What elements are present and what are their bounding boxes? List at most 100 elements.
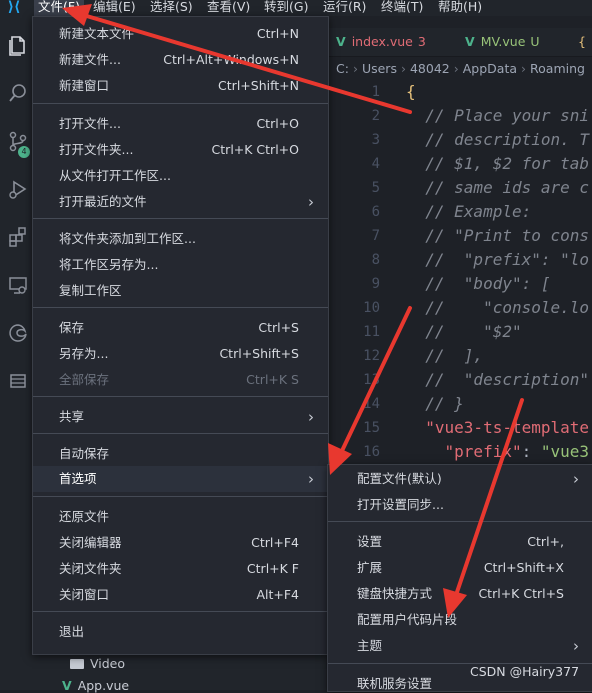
breadcrumb-item[interactable]: C:	[336, 61, 349, 76]
menu-item[interactable]: 关闭编辑器 Ctrl+F4	[33, 530, 328, 556]
menu-item[interactable]: 另存为... Ctrl+Shift+S	[33, 341, 328, 367]
menu-item-label: 全部保存	[59, 372, 110, 387]
menu-item-label: 将工作区另存为...	[59, 257, 159, 272]
chevron-right-icon: ›	[573, 637, 579, 655]
menu-separator	[33, 611, 328, 612]
menu-item-label: 共享	[59, 409, 85, 424]
chevron-right-icon: ›	[308, 470, 314, 488]
line-number: 14	[363, 396, 380, 412]
menu-selection[interactable]: 选择(S)	[146, 0, 197, 16]
line-number: 9	[371, 276, 380, 292]
menu-item[interactable]: 关闭窗口 Alt+F4	[33, 582, 328, 608]
menu-item[interactable]: 键盘快捷方式 Ctrl+K Ctrl+S	[328, 581, 592, 607]
breadcrumb-item[interactable]: 48042	[410, 61, 450, 76]
menu-item-label: 从文件打开工作区...	[59, 168, 171, 183]
code-line: // "body": [	[406, 274, 551, 293]
tree-item-label: Video	[90, 656, 126, 671]
menu-item[interactable]: 自动保存	[33, 441, 328, 467]
menu-help[interactable]: 帮助(H)	[434, 0, 486, 16]
menu-item[interactable]: 新建文件... Ctrl+Alt+Windows+N	[33, 47, 328, 73]
menu-item-label: 还原文件	[59, 509, 110, 524]
breadcrumb-item[interactable]: Users	[362, 61, 397, 76]
menu-item-shortcut: Ctrl+Shift+S	[219, 346, 299, 361]
menu-item[interactable]: 新建窗口 Ctrl+Shift+N	[33, 73, 328, 99]
menu-item[interactable]: 从文件打开工作区...	[33, 163, 328, 189]
menu-go[interactable]: 转到(G)	[260, 0, 312, 16]
vue-file-icon: V	[336, 34, 346, 49]
menu-item-label: 关闭编辑器	[59, 535, 122, 550]
menu-item[interactable]: 将工作区另存为...	[33, 252, 328, 278]
line-number: 3	[371, 132, 380, 148]
files-icon[interactable]	[6, 34, 30, 58]
vue-file-icon: V	[62, 678, 72, 693]
menu-edit[interactable]: 编辑(E)	[89, 0, 140, 16]
menu-item[interactable]: 退出	[33, 619, 328, 645]
run-debug-icon[interactable]	[6, 178, 30, 202]
menu-item-label: 退出	[59, 624, 85, 639]
list-icon[interactable]	[6, 370, 30, 394]
menu-item[interactable]: 打开文件... Ctrl+O	[33, 111, 328, 137]
remote-explorer-icon[interactable]	[6, 274, 30, 298]
menu-item-shortcut: Ctrl+S	[258, 320, 299, 335]
line-number: 12	[363, 348, 380, 364]
menu-item-shortcut: Ctrl+Shift+X	[483, 560, 564, 575]
menu-separator	[33, 103, 328, 104]
menu-item[interactable]: 配置文件(默认) ›	[328, 466, 592, 492]
tab-index-vue[interactable]: Vindex.vue 3	[336, 28, 426, 56]
menu-separator	[33, 307, 328, 308]
menu-item[interactable]: 配置用户代码片段	[328, 607, 592, 633]
code-editor[interactable]: 1 {2 // Place your sni 3 // description. T…	[326, 80, 592, 500]
menu-item[interactable]: 共享 ›	[33, 404, 328, 430]
breadcrumb-item[interactable]: Roaming	[530, 61, 585, 76]
menu-item-label: 配置用户代码片段	[357, 612, 458, 627]
menu-separator	[33, 218, 328, 219]
menu-run[interactable]: 运行(R)	[319, 0, 370, 16]
code-line: // "description"	[406, 370, 590, 389]
menu-item[interactable]: 扩展 Ctrl+Shift+X	[328, 555, 592, 581]
menu-item-label: 新建文件...	[59, 52, 121, 67]
menu-item[interactable]: 保存 Ctrl+S	[33, 315, 328, 341]
tree-item-video[interactable]: Video	[70, 656, 125, 671]
tab-mv-vue[interactable]: V MV.vue U	[465, 28, 540, 56]
menu-item-label: 联机服务设置	[357, 676, 433, 691]
menu-item-label: 将文件夹添加到工作区...	[59, 231, 196, 246]
menu-item[interactable]: 打开设置同步...	[328, 492, 592, 518]
menu-separator	[33, 433, 328, 434]
menu-item[interactable]: 打开文件夹... Ctrl+K Ctrl+O	[33, 137, 328, 163]
search-icon[interactable]	[6, 82, 30, 106]
line-number: 7	[371, 228, 380, 244]
tab-snippets-json[interactable]: {	[578, 28, 586, 56]
menu-item-label: 打开最近的文件	[59, 194, 147, 209]
menu-terminal[interactable]: 终端(T)	[377, 0, 427, 16]
menu-item[interactable]: 还原文件	[33, 504, 328, 530]
chevron-right-icon: ›	[308, 408, 314, 426]
menu-item-label: 配置文件(默认)	[357, 471, 442, 486]
menu-item[interactable]: 主题 ›	[328, 633, 592, 659]
menu-file[interactable]: 文件(F)	[34, 0, 84, 16]
menu-item-label: 新建窗口	[59, 78, 110, 93]
menu-item[interactable]: 新建文本文件 Ctrl+N	[33, 21, 328, 47]
menu-item-shortcut: Ctrl+N	[256, 26, 299, 41]
tree-item-app-vue[interactable]: V App.vue	[62, 678, 129, 693]
menu-item-label: 打开设置同步...	[357, 497, 444, 512]
menu-item[interactable]: 打开最近的文件 ›	[33, 189, 328, 215]
breadcrumb: C: › Users › 48042 › AppData › Roaming	[336, 61, 585, 76]
line-number: 4	[371, 156, 380, 172]
menu-item[interactable]: 将文件夹添加到工作区...	[33, 226, 328, 252]
breadcrumb-item[interactable]: AppData	[463, 61, 517, 76]
code-line: // }	[406, 394, 464, 413]
menu-item[interactable]: 复制工作区	[33, 278, 328, 304]
menu-item-shortcut: Ctrl+O	[256, 116, 299, 131]
edge-icon[interactable]	[6, 322, 30, 346]
menu-item-shortcut: Alt+F4	[256, 587, 299, 602]
menu-separator	[33, 496, 328, 497]
menu-item[interactable]: 关闭文件夹 Ctrl+K F	[33, 556, 328, 582]
extensions-icon[interactable]	[6, 226, 30, 250]
menu-item[interactable]: 设置 Ctrl+,	[328, 529, 592, 555]
chevron-right-icon: ›	[308, 193, 314, 211]
code-line: // "console.lo	[406, 298, 590, 317]
menu-view[interactable]: 查看(V)	[203, 0, 254, 16]
menu-item-label: 关闭文件夹	[59, 561, 122, 576]
menu-item: 全部保存 Ctrl+K S	[33, 367, 328, 393]
menu-item[interactable]: 首选项 ›	[33, 466, 328, 492]
